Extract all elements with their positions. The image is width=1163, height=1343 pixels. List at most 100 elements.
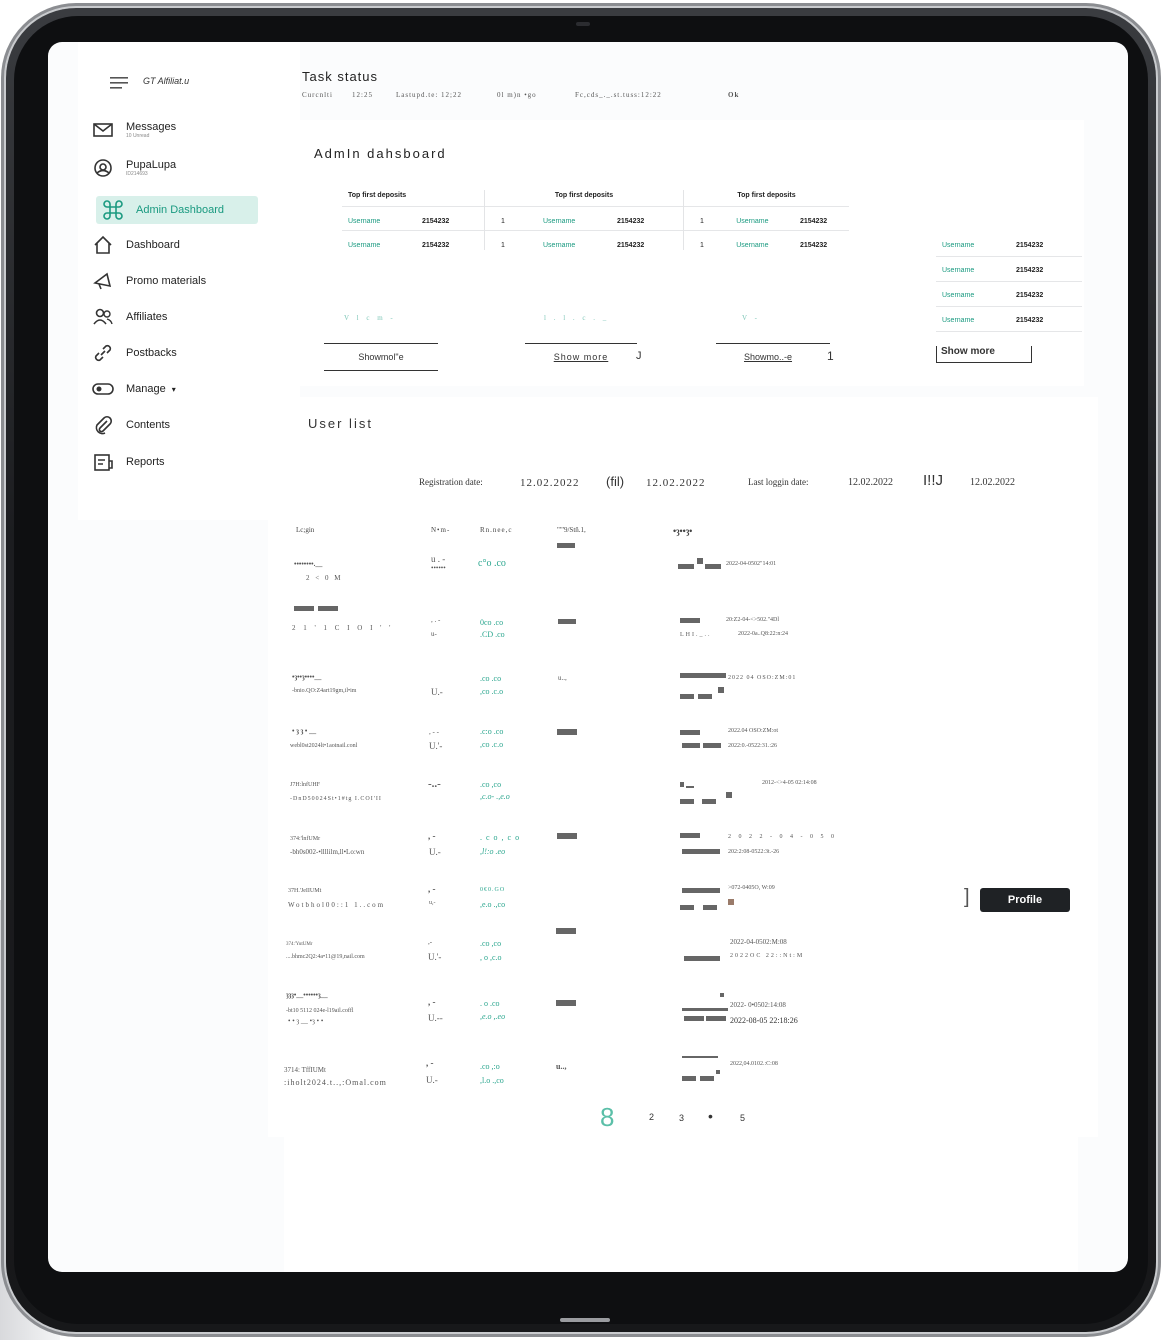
- table-row[interactable]: Username 2154232: [348, 238, 478, 252]
- date-cell: 2022- 0•0502:14:08: [730, 1001, 786, 1009]
- table-row[interactable]: Username 2154232: [942, 263, 1076, 277]
- login-cell[interactable]: J7H:lnfUHF: [290, 782, 320, 788]
- column-header: •ȝ••ȝ•: [673, 526, 693, 536]
- sidebar-item-affiliates[interactable]: Affiliates: [92, 303, 292, 331]
- sidebar-item-profile[interactable]: PupaLupa ID214693: [92, 154, 292, 182]
- rank-cell: 1: [501, 217, 505, 225]
- sidebar-item-contents[interactable]: Contents: [92, 411, 292, 439]
- profile-mark: ]: [964, 886, 970, 908]
- sidebar-item-admin-dashboard[interactable]: Admin Dashboard: [96, 196, 258, 224]
- login-cell[interactable]: • ȝ ȝ • __: [292, 727, 316, 735]
- username-cell: Username: [543, 241, 576, 249]
- page-3[interactable]: 3: [679, 1113, 684, 1123]
- name-cell: , - -: [429, 728, 439, 736]
- registration-date-to[interactable]: 12.02.2022: [646, 477, 706, 489]
- date-cell: 2022,04.0102.:C:08: [730, 1061, 778, 1067]
- name-cell: u-: [431, 630, 437, 638]
- link-icon: [92, 342, 114, 364]
- faint-label: V -: [742, 314, 761, 322]
- bar-mark: [684, 956, 720, 961]
- sidebar-item-manage[interactable]: Manage ▾: [92, 375, 292, 403]
- registration-date-from[interactable]: 12.02.2022: [520, 477, 580, 489]
- email-cell: Wotbhol00::1 1..com: [288, 901, 386, 909]
- divider: [525, 343, 637, 344]
- page-5[interactable]: 5: [740, 1113, 745, 1123]
- table-row[interactable]: 1 Username 2154232: [700, 214, 843, 228]
- revenue-cell: ,c.o- .,e.o: [480, 792, 510, 801]
- table-row[interactable]: Username 2154232: [942, 238, 1076, 252]
- show-more-button[interactable]: Show more: [936, 346, 1032, 363]
- revenue-cell: , o ,c.o: [480, 953, 502, 962]
- revenue-cell: ,l.o .,co: [480, 1076, 504, 1085]
- amount-cell: 2154232: [799, 217, 828, 225]
- login-cell[interactable]: 374:'lnfUMr: [290, 836, 320, 842]
- table-row[interactable]: 1 Username 2154232: [501, 214, 677, 228]
- login-cell[interactable]: 374:'YutUMr: [286, 942, 312, 947]
- sidebar-item-messages[interactable]: Messages 10 Unread: [92, 116, 292, 144]
- task-last-update: Lastupd.te: 12;22: [396, 91, 462, 99]
- calendar-icon[interactable]: I!!J: [923, 472, 943, 489]
- bar-mark: [556, 1000, 576, 1006]
- page-1[interactable]: 8: [600, 1102, 614, 1133]
- revenue-cell: c°o .co: [478, 558, 506, 569]
- table-title: Top first deposits: [348, 192, 407, 199]
- bar-mark: [680, 730, 700, 735]
- bar-mark: [682, 1056, 718, 1058]
- email-cell: -bnio.QO:Z4art19gm,il•im: [292, 688, 357, 694]
- last-login-to[interactable]: 12.02.2022: [970, 477, 1015, 488]
- login-cell[interactable]: 3714: TffIUMt: [284, 1066, 326, 1074]
- show-more-button[interactable]: Showmo..-e: [716, 352, 820, 362]
- sidebar-item-label: Admin Dashboard: [136, 204, 225, 216]
- login-cell[interactable]: ••••••••.__: [294, 560, 322, 568]
- page-2[interactable]: 2: [649, 1112, 654, 1122]
- bar-mark: [682, 1076, 696, 1081]
- amount-cell: 2154232: [1016, 291, 1044, 299]
- amount-cell: 2154232: [799, 241, 828, 249]
- table-row[interactable]: Username 2154232: [942, 288, 1076, 302]
- bar-mark: [557, 833, 577, 839]
- rank-cell: 1: [700, 217, 704, 225]
- name-cell: U.-: [431, 687, 443, 697]
- sidebar-item-label: Dashboard: [126, 239, 180, 251]
- login-cell[interactable]: 37H.'JeIIUMt: [288, 888, 321, 894]
- revenue-cell: .co .co: [480, 674, 502, 683]
- revenue-cell: ,co .c.o: [480, 740, 504, 749]
- divider: [324, 370, 438, 371]
- megaphone-icon: [92, 270, 114, 292]
- bar-mark: [703, 743, 721, 748]
- sidebar-item-postbacks[interactable]: Postbacks: [92, 339, 292, 367]
- login-cell[interactable]: •ȝ••ȝ••••__: [292, 673, 321, 681]
- email-cell: :iholt2024.t..,:Omal.com: [284, 1078, 387, 1087]
- table-row[interactable]: Username 2154232: [348, 214, 478, 228]
- show-more-button[interactable]: Showmol"e: [324, 352, 438, 362]
- calendar-icon[interactable]: (fil): [606, 474, 624, 489]
- table-row[interactable]: 1 Username 2154232: [501, 238, 677, 252]
- bar-mark: [720, 993, 724, 997]
- email-cell: webl0st2024lt•1aoinail.conl: [290, 743, 358, 749]
- name-cell: ••••••: [431, 564, 446, 572]
- revenue-cell: .co ,co: [480, 939, 502, 948]
- bar-mark: [680, 782, 684, 787]
- profile-button[interactable]: Profile: [980, 888, 1070, 912]
- sidebar-item-label: Reports: [126, 456, 165, 468]
- name-cell: , -: [428, 997, 436, 1007]
- bar-mark: [703, 905, 717, 910]
- last-login-from[interactable]: 12.02.2022: [848, 477, 893, 488]
- sidebar-item-promo[interactable]: Promo materials: [92, 267, 292, 295]
- bar-mark: [700, 1076, 714, 1081]
- trail-mark: J: [636, 350, 642, 362]
- menu-icon[interactable]: [110, 76, 128, 94]
- sidebar-item-dashboard[interactable]: Dashboard: [92, 231, 292, 259]
- revenue-cell: ,e.o ,.eo: [480, 1012, 506, 1021]
- login-cell[interactable]: ȝȝȝ•__••••••ȝ__: [286, 991, 328, 999]
- show-more-button[interactable]: Show more: [525, 352, 637, 362]
- date-cell: 20:Z2-04-<>502."4Dl: [726, 617, 780, 623]
- faint-label: l . l . c . _: [544, 314, 610, 322]
- username-cell: Username: [736, 217, 769, 225]
- bar-mark: [680, 673, 726, 678]
- table-row[interactable]: Username 2154232: [942, 313, 1076, 327]
- name-cell: U.-: [426, 1075, 438, 1085]
- date-cell: LHI._..: [680, 632, 712, 638]
- sidebar-item-reports[interactable]: Reports: [92, 448, 292, 476]
- table-row[interactable]: 1 Username 2154232: [700, 238, 843, 252]
